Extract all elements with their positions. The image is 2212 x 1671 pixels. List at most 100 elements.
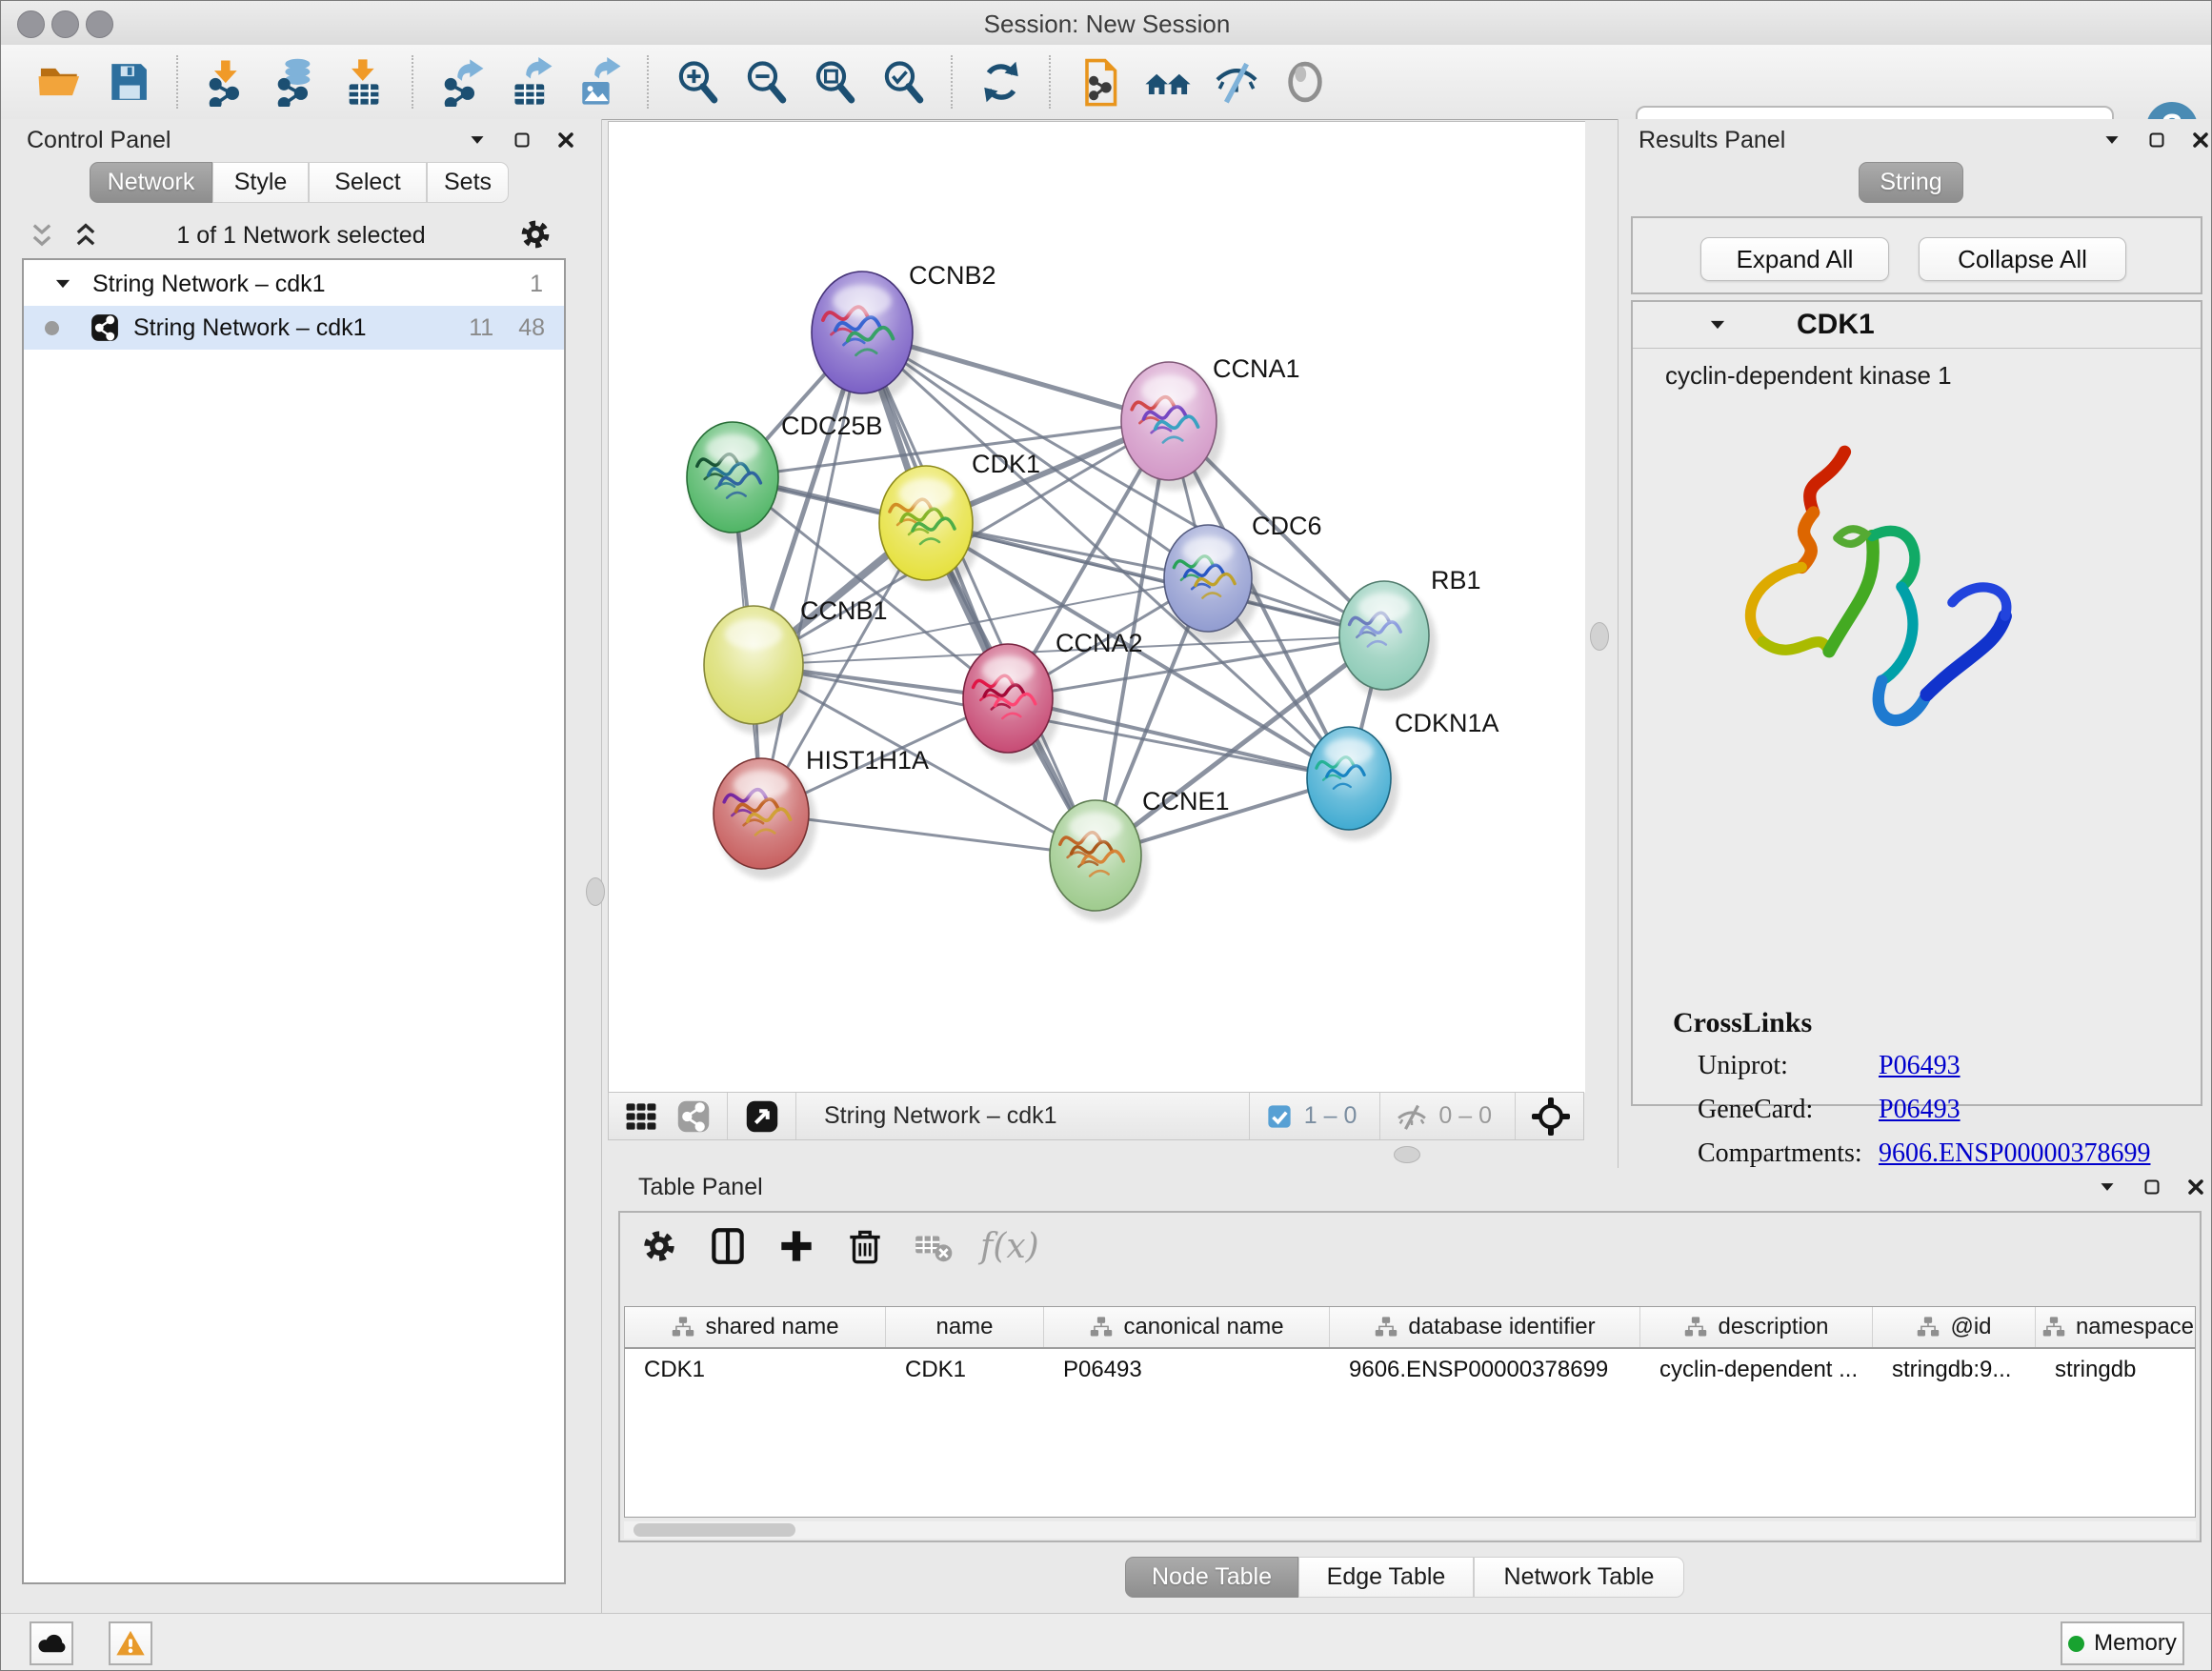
export-network-icon[interactable]: [437, 57, 487, 107]
show-grid-icon[interactable]: [622, 1097, 660, 1136]
collection-label: String Network – cdk1: [92, 271, 326, 298]
table-cell[interactable]: P06493: [1044, 1349, 1330, 1391]
network-collection-row[interactable]: String Network – cdk1 1: [24, 262, 564, 306]
table-cell[interactable]: 9606.ENSP00000378699: [1330, 1349, 1640, 1391]
column-header-database-identifier[interactable]: database identifier: [1330, 1307, 1640, 1347]
birdseye-crosshair-icon[interactable]: [1530, 1096, 1572, 1137]
right-splitter-handle[interactable]: [1590, 622, 1609, 651]
table-options-gear-icon[interactable]: [637, 1224, 681, 1268]
crosslink-value-link[interactable]: P06493: [1879, 1051, 1961, 1095]
memory-button[interactable]: Memory: [2061, 1621, 2184, 1665]
expand-all-button[interactable]: Expand All: [1700, 237, 1889, 281]
tab-style[interactable]: Style: [212, 162, 309, 203]
column-header--id[interactable]: @id: [1873, 1307, 2036, 1347]
column-header-description[interactable]: description: [1640, 1307, 1873, 1347]
delete-column-icon[interactable]: [843, 1224, 887, 1268]
crosslink-value-link[interactable]: P06493: [1879, 1095, 1961, 1138]
column-header-canonical-name[interactable]: canonical name: [1044, 1307, 1330, 1347]
refresh-view-icon[interactable]: [976, 57, 1026, 107]
export-image-icon[interactable]: [574, 57, 624, 107]
tab-edge-table[interactable]: Edge Table: [1298, 1557, 1474, 1598]
node-table: shared name namecanonical namedatabase id…: [624, 1306, 2196, 1518]
network-share-icon: [88, 311, 122, 345]
collection-expander-icon[interactable]: [50, 272, 75, 296]
results-panel-menu-icon[interactable]: [2101, 129, 2123, 151]
network-node-CCNA2[interactable]: [963, 644, 1060, 763]
node-label-HIST1H1A: HIST1H1A: [806, 746, 929, 775]
table-cell[interactable]: stringdb: [2036, 1349, 2196, 1391]
table-cell[interactable]: CDK1: [886, 1349, 1044, 1391]
hide-selected-icon[interactable]: [1212, 57, 1261, 107]
open-session-icon[interactable]: [35, 57, 85, 107]
selected-checkbox-icon[interactable]: [1264, 1101, 1295, 1132]
column-header-shared-name[interactable]: shared name: [625, 1307, 886, 1347]
results-actions-box: Expand All Collapse All: [1631, 216, 2202, 294]
network-node-RB1[interactable]: [1339, 581, 1437, 700]
network-list-options-gear-icon[interactable]: [515, 214, 555, 254]
bottom-splitter-handle[interactable]: [1394, 1146, 1420, 1163]
network-node-CCNE1[interactable]: [1050, 800, 1149, 921]
results-panel-float-icon[interactable]: [2146, 130, 2167, 151]
tab-network-table[interactable]: Network Table: [1474, 1557, 1684, 1598]
zoom-in-icon[interactable]: [673, 57, 722, 107]
zoom-selected-icon[interactable]: [878, 57, 928, 107]
column-header-label: shared name: [705, 1314, 838, 1340]
collapse-all-button[interactable]: Collapse All: [1919, 237, 2126, 281]
main-toolbar: ?: [1, 45, 2212, 120]
zoom-out-icon[interactable]: [741, 57, 791, 107]
tab-string[interactable]: String: [1859, 162, 1963, 203]
results-panel-close-icon[interactable]: [2190, 130, 2211, 151]
hidden-eye-icon[interactable]: [1395, 1099, 1429, 1134]
network-node-CDC6[interactable]: [1164, 525, 1259, 642]
export-table-icon[interactable]: [506, 57, 555, 107]
network-node-CCNA1[interactable]: [1121, 362, 1224, 491]
warnings-button[interactable]: [109, 1621, 152, 1665]
control-panel-close-icon[interactable]: [555, 130, 576, 151]
detach-view-icon[interactable]: [742, 1097, 782, 1137]
scrollbar-thumb[interactable]: [633, 1523, 795, 1537]
save-session-icon[interactable]: [104, 57, 153, 107]
import-network-from-file-icon[interactable]: [202, 57, 251, 107]
table-panel-close-icon[interactable]: [2185, 1177, 2206, 1198]
table-cell[interactable]: CDK1: [625, 1349, 886, 1391]
show-all-icon[interactable]: [1280, 57, 1330, 107]
column-header-namespace[interactable]: namespace: [2036, 1307, 2196, 1347]
network-type-share-icon[interactable]: [674, 1097, 714, 1137]
table-horizontal-scrollbar[interactable]: [624, 1521, 2196, 1539]
gene-section-header[interactable]: CDK1: [1633, 302, 2201, 349]
new-network-from-selection-icon[interactable]: [1075, 57, 1124, 107]
control-panel: Control Panel NetworkStyleSelectSets 1 o…: [1, 119, 602, 1613]
tab-network[interactable]: Network: [90, 162, 212, 203]
table-panel-float-icon[interactable]: [2142, 1177, 2162, 1198]
network-canvas[interactable]: CCNB2CCNA1CDC25BCDK1CDC6RB1CCNB1CCNA2CDK…: [608, 121, 1585, 1093]
control-panel-menu-icon[interactable]: [466, 129, 489, 151]
first-neighbors-icon[interactable]: [1143, 57, 1193, 107]
tab-select[interactable]: Select: [309, 162, 427, 203]
table-toolbar: f(x): [637, 1224, 1039, 1268]
network-node-CDK1[interactable]: [879, 466, 980, 591]
control-panel-float-icon[interactable]: [512, 130, 533, 151]
zoom-fit-icon[interactable]: [810, 57, 859, 107]
network-node-CDKN1A[interactable]: [1307, 727, 1398, 840]
network-node-CDC25B[interactable]: [687, 422, 786, 543]
import-network-from-database-icon[interactable]: [271, 57, 320, 107]
network-row-selected[interactable]: String Network – cdk1 11 48: [24, 306, 564, 350]
cloud-status-button[interactable]: [30, 1621, 73, 1665]
table-cell[interactable]: stringdb:9...: [1873, 1349, 2036, 1391]
table-cell[interactable]: cyclin-dependent ...: [1640, 1349, 1873, 1391]
tab-sets[interactable]: Sets: [427, 162, 509, 203]
network-node-CCNB1[interactable]: [704, 606, 811, 735]
column-header-name[interactable]: name: [886, 1307, 1044, 1347]
import-table-from-file-icon[interactable]: [339, 57, 389, 107]
network-edge-CCNB2-CCNE1: [862, 332, 1096, 856]
left-splitter-handle[interactable]: [586, 877, 605, 906]
add-column-icon[interactable]: [774, 1224, 818, 1268]
table-panel-menu-icon[interactable]: [2096, 1176, 2119, 1198]
gene-expander-icon[interactable]: [1705, 312, 1730, 337]
show-columns-icon[interactable]: [706, 1224, 750, 1268]
network-node-CCNB2[interactable]: [812, 272, 920, 404]
tab-node-table[interactable]: Node Table: [1125, 1557, 1298, 1598]
delete-table-icon-disabled: [912, 1224, 955, 1268]
table-row[interactable]: CDK1CDK1P064939606.ENSP00000378699cyclin…: [625, 1349, 2195, 1391]
network-node-HIST1H1A[interactable]: [714, 758, 816, 879]
